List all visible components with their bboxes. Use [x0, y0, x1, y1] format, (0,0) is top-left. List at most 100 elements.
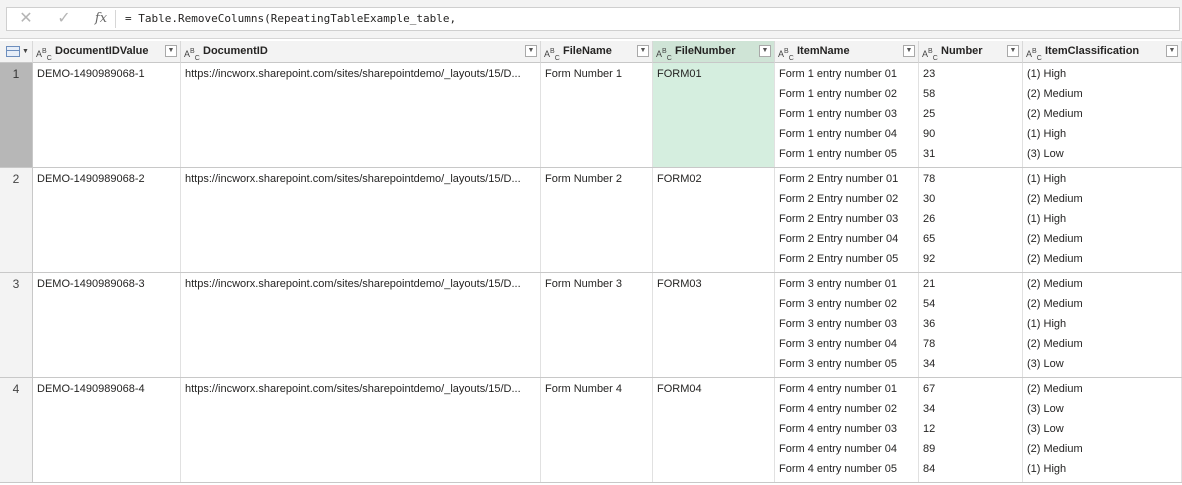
row-number[interactable]: 1	[0, 63, 33, 167]
cell-doc-id[interactable]: https://incworx.sharepoint.com/sites/sha…	[181, 273, 541, 377]
filter-dropdown-icon[interactable]: ▼	[903, 45, 915, 57]
formula-input[interactable]: = Table.RemoveColumns(RepeatingTableExam…	[125, 12, 456, 25]
filter-dropdown-icon[interactable]: ▼	[637, 45, 649, 57]
item-class[interactable]: (2) Medium	[1023, 333, 1181, 353]
item-number[interactable]: 58	[919, 83, 1022, 103]
item-name[interactable]: Form 4 entry number 02	[775, 398, 918, 418]
filter-dropdown-icon[interactable]: ▼	[165, 45, 177, 57]
item-number[interactable]: 78	[919, 333, 1022, 353]
item-class[interactable]: (2) Medium	[1023, 188, 1181, 208]
filter-dropdown-icon[interactable]: ▼	[1007, 45, 1019, 57]
item-class[interactable]: (2) Medium	[1023, 438, 1181, 458]
item-name[interactable]: Form 3 entry number 03	[775, 313, 918, 333]
cell-file-name[interactable]: Form Number 3	[541, 273, 653, 377]
item-number[interactable]: 84	[919, 458, 1022, 478]
item-class[interactable]: (3) Low	[1023, 398, 1181, 418]
table-row[interactable]: 1 DEMO-1490989068-1 https://incworx.sharep…	[0, 63, 1182, 168]
cell-file-number[interactable]: FORM01	[653, 63, 775, 167]
column-header-itemclassification[interactable]: ABC ItemClassification ▼	[1023, 41, 1182, 63]
item-number[interactable]: 26	[919, 208, 1022, 228]
check-icon[interactable]: ✓	[53, 10, 75, 28]
item-number[interactable]: 12	[919, 418, 1022, 438]
item-name[interactable]: Form 4 entry number 04	[775, 438, 918, 458]
item-number[interactable]: 54	[919, 293, 1022, 313]
item-name[interactable]: Form 1 entry number 01	[775, 63, 918, 83]
cell-doc-id-value[interactable]: DEMO-1490989068-1	[33, 63, 181, 167]
item-name[interactable]: Form 2 Entry number 03	[775, 208, 918, 228]
column-header-filename[interactable]: ABC FileName ▼	[541, 41, 653, 63]
item-number[interactable]: 78	[919, 168, 1022, 188]
table-row[interactable]: 3 DEMO-1490989068-3 https://incworx.sharep…	[0, 273, 1182, 378]
item-name[interactable]: Form 4 entry number 05	[775, 458, 918, 478]
item-number[interactable]: 92	[919, 248, 1022, 268]
cell-doc-id-value[interactable]: DEMO-1490989068-3	[33, 273, 181, 377]
column-header-filenumber[interactable]: ABC FileNumber ▼	[653, 41, 775, 63]
item-class[interactable]: (1) High	[1023, 208, 1181, 228]
item-number[interactable]: 65	[919, 228, 1022, 248]
item-class[interactable]: (2) Medium	[1023, 103, 1181, 123]
column-header-itemname[interactable]: ABC ItemName ▼	[775, 41, 919, 63]
item-name[interactable]: Form 4 entry number 01	[775, 378, 918, 398]
item-name[interactable]: Form 2 Entry number 01	[775, 168, 918, 188]
item-name[interactable]: Form 2 Entry number 05	[775, 248, 918, 268]
close-icon[interactable]: ✕	[15, 10, 37, 28]
item-class[interactable]: (2) Medium	[1023, 293, 1181, 313]
item-class[interactable]: (1) High	[1023, 123, 1181, 143]
row-number[interactable]: 2	[0, 168, 33, 272]
cell-file-name[interactable]: Form Number 1	[541, 63, 653, 167]
item-number[interactable]: 34	[919, 398, 1022, 418]
item-number[interactable]: 31	[919, 143, 1022, 163]
cell-doc-id[interactable]: https://incworx.sharepoint.com/sites/sha…	[181, 378, 541, 482]
item-class[interactable]: (1) High	[1023, 313, 1181, 333]
cell-doc-id-value[interactable]: DEMO-1490989068-2	[33, 168, 181, 272]
cell-doc-id[interactable]: https://incworx.sharepoint.com/sites/sha…	[181, 63, 541, 167]
item-class[interactable]: (3) Low	[1023, 418, 1181, 438]
item-name[interactable]: Form 3 entry number 05	[775, 353, 918, 373]
table-row[interactable]: 4 DEMO-1490989068-4 https://incworx.sharep…	[0, 378, 1182, 483]
cell-file-number[interactable]: FORM04	[653, 378, 775, 482]
item-number[interactable]: 34	[919, 353, 1022, 373]
cell-file-name[interactable]: Form Number 2	[541, 168, 653, 272]
filter-dropdown-icon[interactable]: ▼	[525, 45, 537, 57]
item-class[interactable]: (2) Medium	[1023, 378, 1181, 398]
table-menu-button[interactable]: ▼	[0, 41, 33, 63]
column-header-documentidvalue[interactable]: ABC DocumentIDValue ▼	[33, 41, 181, 63]
column-header-documentid[interactable]: ABC DocumentID ▼	[181, 41, 541, 63]
item-class[interactable]: (2) Medium	[1023, 83, 1181, 103]
cell-doc-id-value[interactable]: DEMO-1490989068-4	[33, 378, 181, 482]
item-number[interactable]: 30	[919, 188, 1022, 208]
filter-dropdown-icon[interactable]: ▼	[759, 45, 771, 57]
item-class[interactable]: (1) High	[1023, 168, 1181, 188]
item-class[interactable]: (2) Medium	[1023, 228, 1181, 248]
fx-icon[interactable]: fx	[90, 10, 112, 28]
item-number[interactable]: 21	[919, 273, 1022, 293]
row-number[interactable]: 3	[0, 273, 33, 377]
item-name[interactable]: Form 2 Entry number 04	[775, 228, 918, 248]
item-class[interactable]: (2) Medium	[1023, 248, 1181, 268]
item-class[interactable]: (1) High	[1023, 63, 1181, 83]
item-number[interactable]: 25	[919, 103, 1022, 123]
item-name[interactable]: Form 2 Entry number 02	[775, 188, 918, 208]
item-class[interactable]: (3) Low	[1023, 353, 1181, 373]
item-number[interactable]: 36	[919, 313, 1022, 333]
item-number[interactable]: 90	[919, 123, 1022, 143]
cell-file-number[interactable]: FORM03	[653, 273, 775, 377]
cell-file-name[interactable]: Form Number 4	[541, 378, 653, 482]
item-name[interactable]: Form 4 entry number 03	[775, 418, 918, 438]
item-class[interactable]: (3) Low	[1023, 143, 1181, 163]
item-name[interactable]: Form 1 entry number 02	[775, 83, 918, 103]
row-number[interactable]: 4	[0, 378, 33, 482]
item-name[interactable]: Form 3 entry number 04	[775, 333, 918, 353]
item-number[interactable]: 89	[919, 438, 1022, 458]
table-row[interactable]: 2 DEMO-1490989068-2 https://incworx.sharep…	[0, 168, 1182, 273]
cell-doc-id[interactable]: https://incworx.sharepoint.com/sites/sha…	[181, 168, 541, 272]
item-name[interactable]: Form 3 entry number 02	[775, 293, 918, 313]
item-name[interactable]: Form 3 entry number 01	[775, 273, 918, 293]
item-name[interactable]: Form 1 entry number 03	[775, 103, 918, 123]
cell-file-number[interactable]: FORM02	[653, 168, 775, 272]
filter-dropdown-icon[interactable]: ▼	[1166, 45, 1178, 57]
item-number[interactable]: 67	[919, 378, 1022, 398]
column-header-number[interactable]: ABC Number ▼	[919, 41, 1023, 63]
item-number[interactable]: 23	[919, 63, 1022, 83]
item-name[interactable]: Form 1 entry number 05	[775, 143, 918, 163]
